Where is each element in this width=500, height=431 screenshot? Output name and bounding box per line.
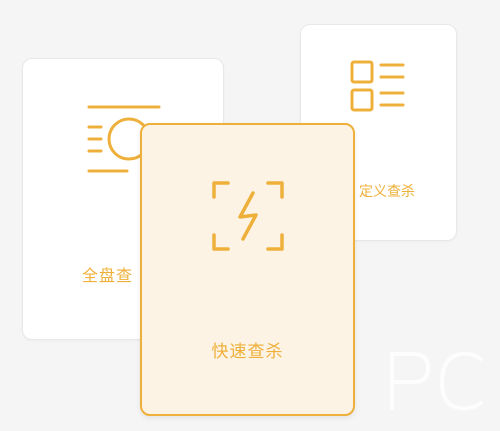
watermark-logo [384,346,494,416]
full-disk-scan-label: 全盘查 [82,266,134,285]
custom-scan-label: 定义查杀 [359,184,415,200]
quick-scan-lightning-icon [210,179,286,253]
custom-scan-list-icon [349,59,407,117]
quick-scan-card[interactable]: 快速查杀 [140,123,355,416]
quick-scan-label: 快速查杀 [211,342,284,362]
scan-mode-selector: 全盘查 定义查杀 快速查杀 [0,0,500,431]
